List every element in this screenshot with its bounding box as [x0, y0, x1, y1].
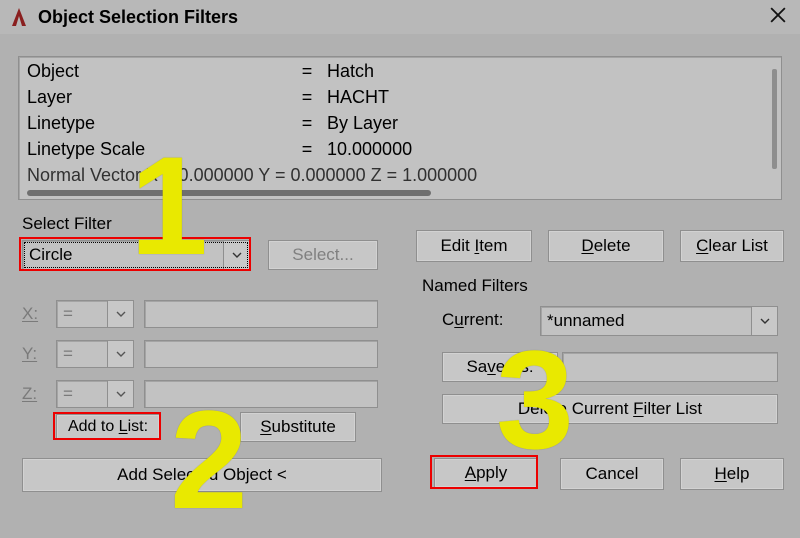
named-filters-label: Named Filters: [422, 276, 528, 296]
scrollbar-horizontal[interactable]: [27, 190, 431, 196]
x-value-input[interactable]: [144, 300, 378, 328]
filter-type-combo[interactable]: Circle: [22, 240, 250, 270]
current-label: Current:: [442, 310, 503, 330]
add-to-list-label: Add to List:: [68, 418, 148, 436]
apply-label: Apply: [465, 463, 508, 483]
filter-list[interactable]: Object = Hatch Layer = HACHT Linetype = …: [18, 56, 782, 200]
filter-prop: Layer: [27, 87, 287, 108]
xyz-row-y: Y: =: [22, 334, 378, 374]
filter-val: HACHT: [327, 87, 757, 108]
select-filter-label: Select Filter: [22, 214, 112, 234]
close-icon[interactable]: [764, 6, 792, 29]
save-as-button[interactable]: Save As:: [442, 352, 558, 382]
add-selected-object-button[interactable]: Add Selected Object <: [22, 458, 382, 492]
current-filter-value: *unnamed: [541, 311, 751, 331]
client-area: Object = Hatch Layer = HACHT Linetype = …: [0, 34, 800, 518]
filter-partial-text: Normal Vector X = 0.000000 Y = 0.000000 …: [27, 165, 477, 186]
chevron-down-icon[interactable]: [107, 301, 133, 327]
filter-val: By Layer: [327, 113, 757, 134]
title-bar: Object Selection Filters: [0, 0, 800, 34]
filter-prop: Linetype Scale: [27, 139, 287, 160]
filter-row[interactable]: Layer = HACHT: [27, 87, 757, 113]
x-label: X:: [22, 304, 46, 324]
cancel-label: Cancel: [586, 464, 639, 484]
filter-row-partial[interactable]: Normal Vector X = 0.000000 Y = 0.000000 …: [27, 165, 757, 191]
y-label: Y:: [22, 344, 46, 364]
substitute-button[interactable]: Substitute: [240, 412, 356, 442]
filter-eq: =: [287, 139, 327, 160]
z-label: Z:: [22, 384, 46, 404]
edit-item-label: Edit Item: [440, 236, 507, 256]
save-as-label: Save As:: [466, 357, 533, 377]
chevron-down-icon[interactable]: [751, 307, 777, 335]
delete-button[interactable]: Delete: [548, 230, 664, 262]
filter-prop: Object: [27, 61, 287, 82]
clear-list-button[interactable]: Clear List: [680, 230, 784, 262]
x-op-combo[interactable]: =: [56, 300, 134, 328]
help-button[interactable]: Help: [680, 458, 784, 490]
select-button[interactable]: Select...: [268, 240, 378, 270]
filter-prop: Linetype: [27, 113, 287, 134]
filter-row[interactable]: Object = Hatch: [27, 61, 757, 87]
substitute-label: Substitute: [260, 417, 336, 437]
xyz-row-z: Z: =: [22, 374, 378, 414]
filter-eq: =: [287, 61, 327, 82]
apply-button[interactable]: Apply: [434, 458, 538, 488]
chevron-down-icon[interactable]: [223, 241, 249, 269]
current-filter-combo[interactable]: *unnamed: [540, 306, 778, 336]
filter-val: Hatch: [327, 61, 757, 82]
app-icon: [8, 6, 30, 28]
select-button-label: Select...: [292, 245, 353, 265]
save-as-input[interactable]: [562, 352, 778, 382]
filter-list-rows: Object = Hatch Layer = HACHT Linetype = …: [27, 61, 757, 195]
edit-item-button[interactable]: Edit Item: [416, 230, 532, 262]
filter-val: 10.000000: [327, 139, 757, 160]
chevron-down-icon[interactable]: [107, 381, 133, 407]
filter-row[interactable]: Linetype = By Layer: [27, 113, 757, 139]
z-value-input[interactable]: [144, 380, 378, 408]
filter-type-value: Circle: [23, 245, 223, 265]
y-value-input[interactable]: [144, 340, 378, 368]
chevron-down-icon[interactable]: [107, 341, 133, 367]
xyz-row-x: X: =: [22, 294, 378, 334]
help-label: Help: [715, 464, 750, 484]
add-selected-object-label: Add Selected Object <: [117, 465, 287, 485]
add-to-list-button[interactable]: Add to List:: [56, 414, 160, 440]
cancel-button[interactable]: Cancel: [560, 458, 664, 490]
scrollbar-vertical[interactable]: [772, 69, 777, 169]
y-op-combo[interactable]: =: [56, 340, 134, 368]
filter-eq: =: [287, 87, 327, 108]
window-title: Object Selection Filters: [38, 7, 238, 28]
clear-list-label: Clear List: [696, 236, 768, 256]
delete-label: Delete: [581, 236, 630, 256]
delete-current-filter-list-button[interactable]: Delete Current Filter List: [442, 394, 778, 424]
filter-eq: =: [287, 113, 327, 134]
filter-row[interactable]: Linetype Scale = 10.000000: [27, 139, 757, 165]
delete-current-filter-list-label: Delete Current Filter List: [518, 399, 702, 419]
xyz-group: X: = Y: = Z: =: [22, 294, 378, 414]
z-op-combo[interactable]: =: [56, 380, 134, 408]
